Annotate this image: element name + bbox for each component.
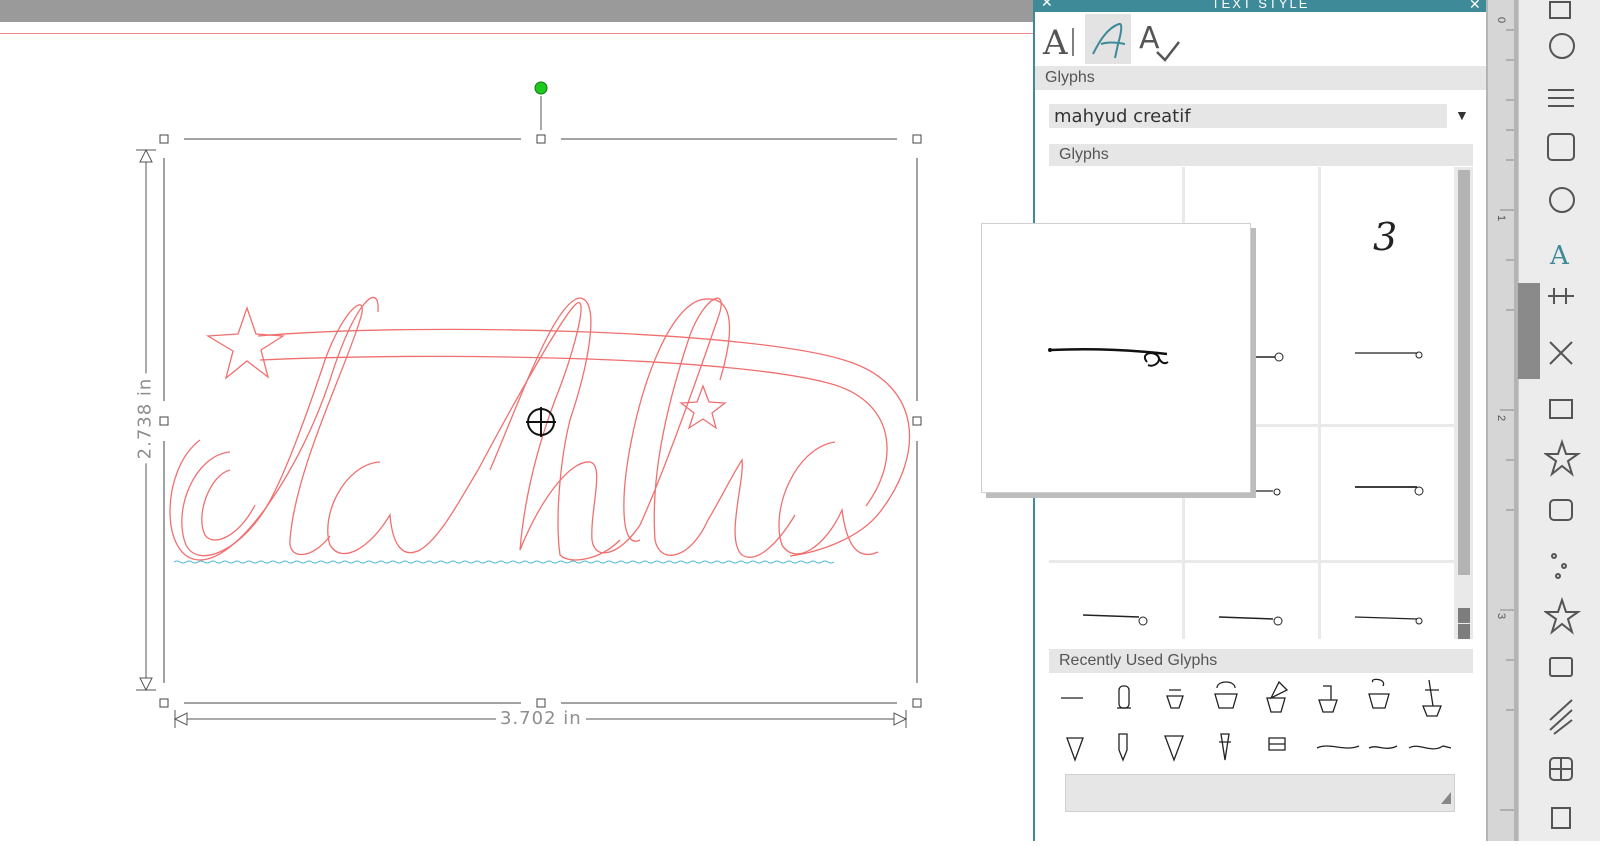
glyph-input-area[interactable] — [1065, 774, 1455, 812]
glyph-swash-g — [1082, 614, 1148, 626]
library-icon[interactable] — [1549, 657, 1573, 677]
rotate-handle[interactable] — [534, 81, 548, 95]
tab-glyphs[interactable] — [1085, 14, 1131, 64]
text-style-icon: A — [1042, 23, 1074, 63]
glyphs-grid-header: Glyphs — [1049, 144, 1473, 166]
spellcheck-icon: A — [1139, 21, 1180, 62]
replicate-icon[interactable] — [1549, 399, 1573, 419]
move-crosshair-icon[interactable] — [526, 407, 556, 437]
glyph-cell[interactable] — [1321, 563, 1454, 639]
height-label: 2.738 in — [134, 373, 156, 464]
ruler-mark-0: 0 — [1495, 16, 1508, 24]
glyph-cell[interactable] — [1321, 291, 1454, 424]
glyph-swash-i — [1354, 616, 1423, 625]
star-shape-icon[interactable] — [1544, 438, 1582, 477]
toolbar-scroll-thumb[interactable] — [1518, 283, 1540, 379]
glyph-preview-popup — [981, 223, 1251, 493]
glyph-cell[interactable] — [1049, 563, 1182, 639]
resize-handle-ml[interactable] — [159, 416, 169, 426]
glyph-cell[interactable] — [1185, 563, 1318, 639]
recent-glyphs-header: Recently Used Glyphs — [1049, 649, 1473, 673]
canvas-top-bar — [0, 0, 1034, 22]
dropdown-arrow-icon[interactable]: ▼ — [1455, 107, 1469, 123]
ruler-mark-2: 2 — [1495, 414, 1508, 422]
glyph-scroll-thumb[interactable] — [1458, 170, 1470, 575]
resize-handle-tc[interactable] — [536, 134, 546, 144]
page-setup-icon[interactable] — [1549, 1, 1571, 19]
circle-half-icon[interactable] — [1549, 187, 1575, 213]
tab-spellcheck[interactable]: A — [1135, 14, 1181, 64]
glyph-cell[interactable]: 3 — [1321, 167, 1454, 300]
resize-handle-tr[interactable] — [912, 134, 922, 144]
glyph-swash-f — [1355, 486, 1424, 496]
store-icon[interactable] — [1549, 757, 1573, 781]
glyph-preview-image — [1048, 347, 1169, 367]
glyph-swash-c — [1355, 351, 1423, 359]
glyphs-section-header: Glyphs — [1035, 66, 1486, 90]
glyph-char: 3 — [1373, 215, 1398, 259]
scroll-down-button[interactable] — [1458, 624, 1470, 639]
text-tool-icon[interactable]: A — [1549, 241, 1570, 271]
panel-title: TEXT STYLE — [1035, 0, 1486, 12]
panel-tabs: A A — [1035, 12, 1486, 64]
ruler-mark-3: 3 — [1495, 612, 1508, 620]
image-icon[interactable] — [1547, 133, 1575, 161]
scroll-up-button[interactable] — [1458, 608, 1470, 623]
align-icon[interactable] — [1548, 288, 1574, 304]
transform-icon[interactable] — [1549, 341, 1573, 365]
toolbar-icons: A — [1544, 1, 1582, 829]
glyphs-icon — [1092, 23, 1126, 59]
tab-text-style[interactable]: A — [1039, 14, 1085, 64]
resize-grip-icon[interactable] — [1441, 792, 1451, 804]
star-outline-icon[interactable] — [1544, 596, 1582, 635]
resize-handle-mr[interactable] — [912, 416, 922, 426]
resize-handle-bl[interactable] — [159, 698, 169, 708]
recent-glyphs-grid — [1049, 676, 1459, 766]
sketch-icon[interactable] — [1549, 699, 1573, 735]
width-label: 3.702 in — [496, 708, 586, 729]
resize-handle-tl[interactable] — [159, 134, 169, 144]
dahlia-artwork[interactable] — [169, 296, 911, 561]
fill-color-icon[interactable] — [1549, 33, 1575, 59]
pin-icon[interactable]: ✕ — [1041, 0, 1053, 11]
ruler-mark-1: 1 — [1495, 214, 1508, 222]
svg-text:A: A — [1549, 241, 1570, 271]
text-baseline — [173, 560, 835, 564]
recent-glyphs-icons[interactable] — [1049, 676, 1459, 766]
resize-handle-bc[interactable] — [536, 698, 546, 708]
line-style-icon[interactable] — [1548, 89, 1574, 107]
dots-icon[interactable] — [1551, 553, 1567, 579]
font-select[interactable]: mahyud creatif — [1049, 104, 1447, 128]
settings-icon[interactable] — [1551, 807, 1571, 829]
resize-handle-br[interactable] — [912, 698, 922, 708]
trace-icon[interactable] — [1549, 499, 1573, 521]
svg-text:A: A — [1042, 23, 1068, 63]
glyph-swash-h — [1218, 616, 1283, 626]
svg-text:A: A — [1139, 21, 1160, 56]
glyph-cell[interactable] — [1321, 427, 1454, 560]
